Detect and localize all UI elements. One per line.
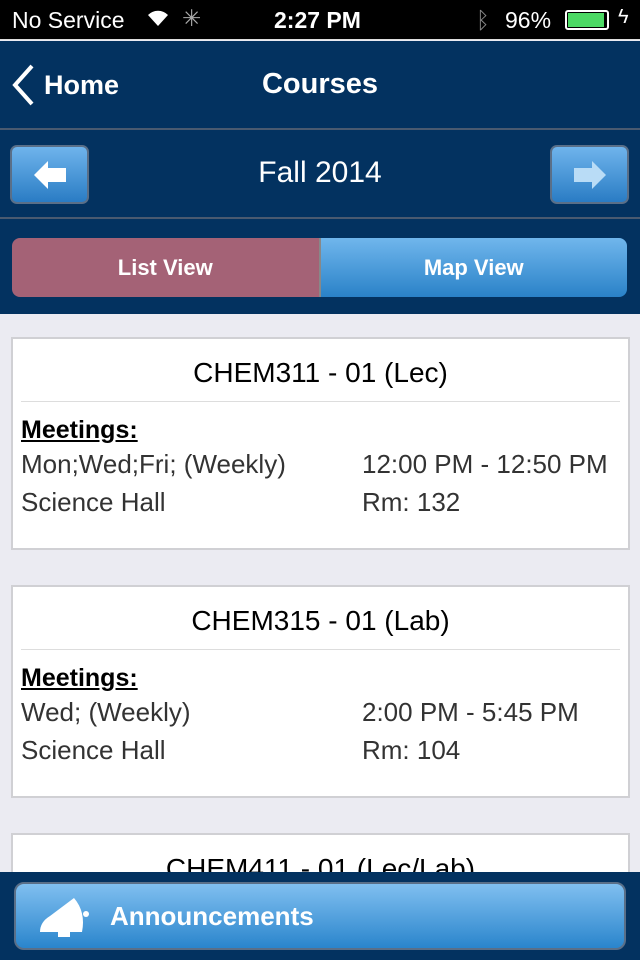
bluetooth-icon: ᛒ	[476, 7, 490, 33]
course-title: CHEM315 - 01 (Lab)	[21, 587, 620, 650]
charging-icon: ϟ	[618, 6, 629, 28]
page-title: Courses	[261, 68, 379, 100]
megaphone-icon	[40, 898, 89, 937]
meeting-days: Wed; (Weekly)	[21, 697, 191, 727]
status-bar: No Service ✳ 2:27 PM ᛒ 96% ϟ	[0, 0, 640, 40]
course-card[interactable]: CHEM315 - 01 (Lab) Meetings: Wed; (Weekl…	[11, 585, 630, 798]
header: Home Courses Fall 2014 List View Map Vie…	[0, 41, 640, 314]
list-view-tab[interactable]: List View	[12, 238, 319, 297]
semester-label: Fall 2014	[258, 156, 382, 189]
announcements-button[interactable]: Announcements	[14, 882, 626, 950]
bottom-bar: Announcements	[0, 872, 640, 960]
carrier: No Service	[12, 7, 125, 33]
building: Science Hall	[21, 735, 166, 765]
meeting-days: Mon;Wed;Fri; (Weekly)	[21, 449, 286, 479]
meetings-label: Meetings:	[21, 664, 138, 692]
room: Rm: 132	[362, 487, 461, 517]
map-view-tab[interactable]: Map View	[318, 238, 627, 297]
next-semester-button[interactable]	[550, 145, 629, 204]
course-card[interactable]: CHEM311 - 01 (Lec) Meetings: Mon;Wed;Fri…	[11, 337, 630, 550]
meeting-time: 2:00 PM - 5:45 PM	[362, 697, 579, 727]
room: Rm: 104	[362, 735, 461, 765]
arrow-right-icon	[573, 160, 606, 189]
announcements-label: Announcements	[110, 900, 314, 931]
building: Science Hall	[21, 487, 166, 517]
clock: 2:27 PM	[274, 7, 361, 33]
course-title: CHEM311 - 01 (Lec)	[21, 339, 620, 402]
battery-icon	[565, 10, 609, 30]
meetings-label: Meetings:	[21, 416, 138, 444]
wifi-icon	[145, 6, 171, 36]
meeting-time: 12:00 PM - 12:50 PM	[362, 449, 608, 479]
divider	[0, 128, 640, 130]
activity-spinner-icon: ✳	[182, 5, 202, 31]
battery-percent: 96%	[505, 7, 552, 33]
divider	[0, 217, 640, 219]
view-toggle: List View Map View	[12, 238, 627, 297]
